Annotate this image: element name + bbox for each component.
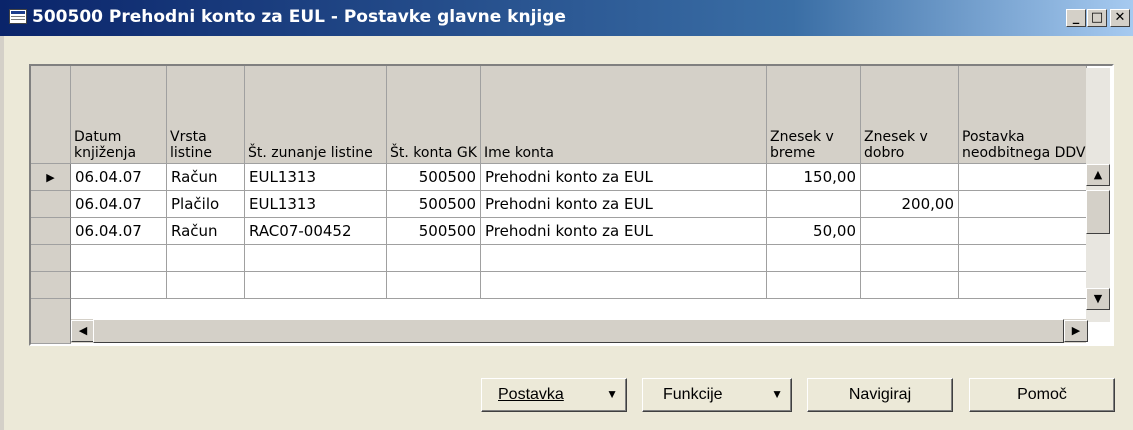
column-header[interactable]: Postavka neodbitnega DDV [959,66,1087,164]
table-icon [9,9,27,24]
scroll-right-button[interactable]: ▶ [1064,320,1088,342]
help-button[interactable]: Pomoč [969,378,1115,412]
table-cell[interactable]: 200,00 [861,191,959,218]
table-cell[interactable]: Prehodni konto za EUL [481,191,767,218]
row-selector[interactable]: ▶ [31,164,71,191]
table-cell[interactable] [387,245,481,272]
navigiraj-button[interactable]: Navigiraj [807,378,953,412]
table-cell[interactable]: 500500 [387,191,481,218]
column-header[interactable]: Št. konta GK [387,66,481,164]
column-header[interactable]: Datum knjiženja [71,66,167,164]
row-selector[interactable] [31,272,71,299]
table-cell[interactable] [959,191,1087,218]
maximize-button[interactable]: □ [1087,9,1107,27]
row-header-corner [31,66,71,164]
table-cell[interactable] [861,272,959,299]
chevron-down-icon: ▼ [771,387,783,401]
table-cell[interactable] [959,245,1087,272]
row-selector[interactable] [31,191,71,218]
postavka-label: Postavka [498,386,564,403]
table-cell[interactable]: 06.04.07 [71,218,167,245]
column-header[interactable]: Ime konta [481,66,767,164]
table-cell[interactable]: 06.04.07 [71,191,167,218]
table-cell[interactable]: Plačilo [167,191,245,218]
table-cell[interactable] [767,245,861,272]
table-cell[interactable] [167,245,245,272]
table-cell[interactable]: 500500 [387,164,481,191]
column-header[interactable]: Znesek v breme [767,66,861,164]
scroll-left-button[interactable]: ◀ [71,320,95,342]
table-cell[interactable]: Prehodni konto za EUL [481,218,767,245]
table-cell[interactable] [481,245,767,272]
table-cell[interactable]: Račun [167,164,245,191]
minimize-button[interactable]: _ [1066,9,1086,27]
table-cell[interactable]: EUL1313 [245,191,387,218]
table-cell[interactable]: 150,00 [767,164,861,191]
table-cell[interactable] [71,245,167,272]
table-cell[interactable] [387,272,481,299]
table-cell[interactable] [245,272,387,299]
table-cell[interactable] [767,191,861,218]
close-button[interactable]: ✕ [1110,9,1130,27]
table-cell[interactable] [959,272,1087,299]
vertical-scroll-thumb[interactable] [1086,190,1110,234]
table-cell[interactable] [861,218,959,245]
funkcije-label: Funkcije [663,386,723,403]
table-cell[interactable] [167,272,245,299]
column-header[interactable]: Vrsta listine [167,66,245,164]
scroll-down-button[interactable]: ▼ [1086,288,1110,310]
funkcije-menu-button[interactable]: Funkcije ▼ [642,378,792,412]
postavka-menu-button[interactable]: Postavka ▼ [481,378,627,412]
table-cell[interactable] [861,245,959,272]
title-bar: 500500 Prehodni konto za EUL - Postavke … [0,0,1133,36]
table-cell[interactable] [481,272,767,299]
table-cell[interactable] [959,164,1087,191]
table-cell[interactable]: EUL1313 [245,164,387,191]
table-cell[interactable] [245,245,387,272]
ledger-entries-table: Datum knjiženja Vrsta listine Št. zunanj… [29,64,1114,346]
chevron-down-icon: ▼ [606,387,618,401]
table-cell[interactable]: 06.04.07 [71,164,167,191]
row-selector[interactable] [31,218,71,245]
row-selector[interactable] [31,245,71,272]
window-title: 500500 Prehodni konto za EUL - Postavke … [32,7,566,27]
table-cell[interactable] [767,272,861,299]
table-cell[interactable] [71,272,167,299]
horizontal-scrollbar[interactable]: ◀ ▶ [71,319,1088,343]
table-cell[interactable]: Račun [167,218,245,245]
table-cell[interactable]: 50,00 [767,218,861,245]
table-cell[interactable]: 500500 [387,218,481,245]
table-cell[interactable] [861,164,959,191]
scroll-up-button[interactable]: ▲ [1086,164,1110,186]
table-cell[interactable]: Prehodni konto za EUL [481,164,767,191]
row-header-filler [31,299,71,344]
table-cell[interactable] [959,218,1087,245]
horizontal-scroll-thumb[interactable] [93,319,1064,343]
column-header[interactable]: Št. zunanje listine [245,66,387,164]
column-header[interactable]: Znesek v dobro [861,66,959,164]
table-cell[interactable]: RAC07-00452 [245,218,387,245]
